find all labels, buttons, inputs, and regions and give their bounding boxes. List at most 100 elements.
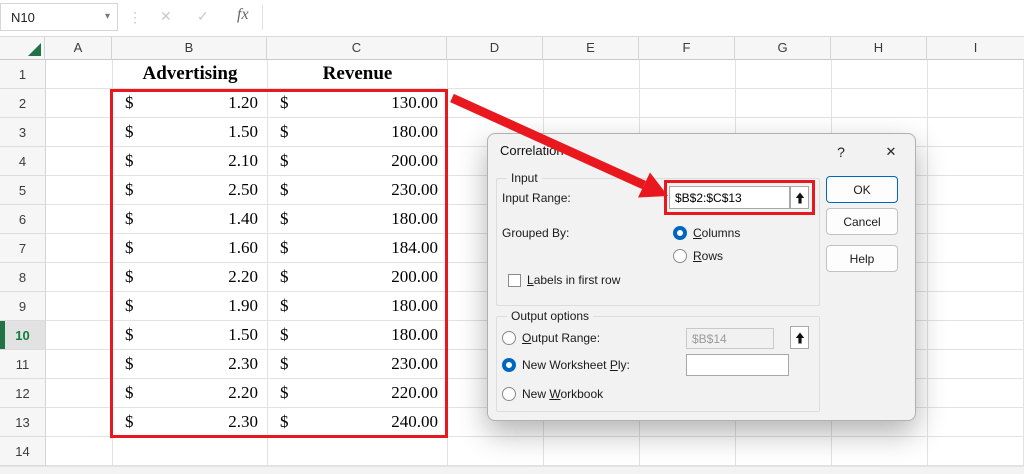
currency-symbol: $	[125, 151, 134, 171]
cell-c7[interactable]: $184.00	[268, 234, 448, 263]
checkbox-labels-first-row[interactable]: Labels in first row	[508, 272, 620, 288]
radio-rows[interactable]: Rows	[673, 248, 723, 264]
cell[interactable]	[46, 234, 113, 263]
row-header-13[interactable]: 13	[0, 408, 46, 437]
radio-columns[interactable]: Columns	[673, 225, 740, 241]
chevron-down-icon[interactable]: ▾	[105, 12, 110, 22]
input-range-picker-button[interactable]	[790, 186, 809, 209]
cell-value: 2.20	[228, 267, 258, 287]
cell-b8[interactable]: $2.20	[113, 263, 268, 292]
column-header-c[interactable]: C	[267, 36, 447, 60]
cell[interactable]	[46, 205, 113, 234]
cell[interactable]	[46, 118, 113, 147]
cell-b10[interactable]: $1.50	[113, 321, 268, 350]
radio-output-range[interactable]: Output Range:	[502, 330, 600, 346]
cell[interactable]	[46, 263, 113, 292]
cell-b5[interactable]: $2.50	[113, 176, 268, 205]
formula-input[interactable]	[263, 0, 1024, 35]
cells-empty[interactable]	[448, 437, 1024, 466]
cell-b6[interactable]: $1.40	[113, 205, 268, 234]
currency-symbol: $	[280, 209, 289, 229]
new-worksheet-ply-field[interactable]	[686, 354, 789, 376]
cell-c10[interactable]: $180.00	[268, 321, 448, 350]
cell-c9[interactable]: $180.00	[268, 292, 448, 321]
cell-b4[interactable]: $2.10	[113, 147, 268, 176]
cell[interactable]	[46, 147, 113, 176]
cell-b1[interactable]: Advertising	[113, 60, 268, 89]
cell-c12[interactable]: $220.00	[268, 379, 448, 408]
cell-c13[interactable]: $240.00	[268, 408, 448, 437]
select-all-corner[interactable]	[0, 36, 45, 60]
cell[interactable]	[46, 89, 113, 118]
close-icon[interactable]: ✕	[878, 141, 904, 163]
cells-empty[interactable]	[448, 89, 1024, 118]
row-header-6[interactable]: 6	[0, 205, 46, 234]
cell-c5[interactable]: $230.00	[268, 176, 448, 205]
output-group-label: Output options	[507, 309, 593, 323]
cell-b13[interactable]: $2.30	[113, 408, 268, 437]
ok-button[interactable]: OK	[826, 176, 898, 203]
cell-b11[interactable]: $2.30	[113, 350, 268, 379]
name-box[interactable]: N10 ▾	[0, 3, 118, 31]
column-header-a[interactable]: A	[45, 36, 112, 60]
column-header-e[interactable]: E	[543, 36, 639, 60]
column-header-b[interactable]: B	[112, 36, 267, 60]
dialog-title: Correlation	[500, 143, 564, 158]
cell[interactable]	[46, 176, 113, 205]
cell-c4[interactable]: $200.00	[268, 147, 448, 176]
cell-value: 130.00	[391, 93, 438, 113]
output-range-picker-button[interactable]	[790, 326, 809, 349]
cell-b7[interactable]: $1.60	[113, 234, 268, 263]
cells-empty[interactable]	[448, 60, 1024, 89]
columns-label: Columns	[693, 226, 740, 240]
row-header-9[interactable]: 9	[0, 292, 46, 321]
cell[interactable]	[46, 292, 113, 321]
help-button[interactable]: Help	[826, 245, 898, 272]
cell[interactable]	[46, 321, 113, 350]
cell-c2[interactable]: $130.00	[268, 89, 448, 118]
row-header-2[interactable]: 2	[0, 89, 46, 118]
cell-c11[interactable]: $230.00	[268, 350, 448, 379]
cell-value: 1.50	[228, 122, 258, 142]
column-header-f[interactable]: F	[639, 36, 735, 60]
cancel-button[interactable]: Cancel	[826, 208, 898, 235]
cell-c8[interactable]: $200.00	[268, 263, 448, 292]
cell[interactable]	[46, 408, 113, 437]
row-header-14[interactable]: 14	[0, 437, 46, 466]
cell[interactable]	[46, 437, 113, 466]
row-header-1[interactable]: 1	[0, 60, 46, 89]
row-header-7[interactable]: 7	[0, 234, 46, 263]
row-header-8[interactable]: 8	[0, 263, 46, 292]
cell-b9[interactable]: $1.90	[113, 292, 268, 321]
column-header-i[interactable]: I	[927, 36, 1024, 60]
insert-function-icon[interactable]: fx	[237, 6, 249, 24]
cell-c6[interactable]: $180.00	[268, 205, 448, 234]
row-header-4[interactable]: 4	[0, 147, 46, 176]
select-all-triangle-icon	[28, 43, 41, 56]
cancel-icon[interactable]: ✕	[160, 8, 172, 25]
row-header-12[interactable]: 12	[0, 379, 46, 408]
cell[interactable]	[46, 379, 113, 408]
row-header-3[interactable]: 3	[0, 118, 46, 147]
cell-b2[interactable]: $1.20	[113, 89, 268, 118]
row-header-11[interactable]: 11	[0, 350, 46, 379]
cell-c1[interactable]: Revenue	[268, 60, 448, 89]
enter-icon[interactable]: ✓	[197, 8, 209, 25]
row-header-5[interactable]: 5	[0, 176, 46, 205]
cell-b3[interactable]: $1.50	[113, 118, 268, 147]
radio-new-workbook[interactable]: New Workbook	[502, 386, 603, 402]
cell[interactable]	[46, 60, 113, 89]
radio-new-worksheet-ply[interactable]: New Worksheet Ply:	[502, 357, 630, 373]
cell-c14[interactable]	[268, 437, 448, 466]
row-header-10[interactable]: 10	[0, 321, 46, 350]
column-header-h[interactable]: H	[831, 36, 927, 60]
cell[interactable]	[46, 350, 113, 379]
column-header-g[interactable]: G	[735, 36, 831, 60]
input-range-field[interactable]: $B$2:$C$13	[669, 186, 790, 209]
labels-first-row-label: Labels in first row	[527, 273, 620, 287]
dialog-help-button[interactable]: ?	[828, 141, 854, 163]
cell-c3[interactable]: $180.00	[268, 118, 448, 147]
cell-b12[interactable]: $2.20	[113, 379, 268, 408]
cell-b14[interactable]	[113, 437, 268, 466]
column-header-d[interactable]: D	[447, 36, 543, 60]
